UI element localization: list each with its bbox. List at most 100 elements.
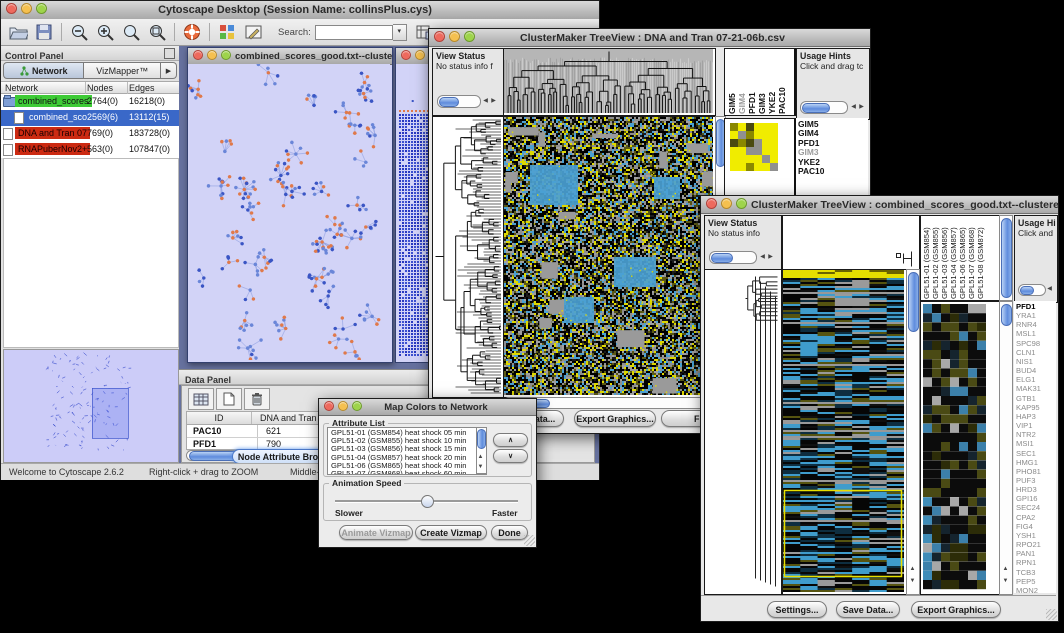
gene-label[interactable]: MSI1 bbox=[1016, 439, 1056, 448]
matrix-cell[interactable] bbox=[754, 131, 762, 139]
matrix-cell[interactable] bbox=[746, 123, 754, 131]
column-labels-scrollbar[interactable] bbox=[999, 215, 1013, 301]
zoom-heatmap-scrollbar[interactable]: ▲ ▼ bbox=[999, 301, 1013, 595]
gene-label[interactable]: PHO81 bbox=[1016, 467, 1056, 476]
scroll-right-arrow[interactable]: ▶ bbox=[489, 98, 498, 104]
gene-label[interactable]: CPA2 bbox=[1016, 513, 1056, 522]
row-dendrogram-canvas[interactable] bbox=[705, 270, 779, 592]
matrix-cell[interactable] bbox=[770, 163, 778, 171]
zoom-out-button[interactable] bbox=[67, 21, 91, 43]
column-label[interactable]: GIM4 bbox=[737, 52, 747, 114]
gene-label[interactable]: SEC24 bbox=[1016, 503, 1056, 512]
zoom-button[interactable] bbox=[221, 50, 231, 60]
gene-label[interactable]: RPO21 bbox=[1016, 540, 1056, 549]
column-label[interactable]: GIM5 bbox=[727, 52, 737, 114]
create-vizmap-button[interactable]: Create Vizmap bbox=[415, 525, 487, 540]
gene-label[interactable]: ELG1 bbox=[1016, 375, 1056, 384]
column-label[interactable]: GPL51-04 (GSM857) bbox=[949, 219, 958, 299]
network-graph-canvas[interactable] bbox=[188, 64, 390, 360]
row-dendrogram-panel[interactable] bbox=[704, 269, 782, 595]
heatmap-canvas[interactable] bbox=[504, 117, 713, 395]
matrix-cell[interactable] bbox=[754, 155, 762, 163]
save-data-button[interactable]: Save Data... bbox=[836, 601, 900, 618]
minimize-button[interactable] bbox=[21, 3, 32, 14]
gene-label[interactable]: HRD3 bbox=[1016, 485, 1056, 494]
gene-label[interactable]: TCB3 bbox=[1016, 568, 1056, 577]
matrix-cell[interactable] bbox=[746, 163, 754, 171]
animation-speed-slider[interactable] bbox=[335, 495, 518, 507]
matrix-cell[interactable] bbox=[738, 155, 746, 163]
gene-label[interactable]: GPI16 bbox=[1016, 494, 1056, 503]
vizmapper-icon[interactable] bbox=[215, 21, 239, 43]
gene-label[interactable]: PEP5 bbox=[1016, 577, 1056, 586]
matrix-cell[interactable] bbox=[770, 123, 778, 131]
gene-label[interactable]: KAP95 bbox=[1016, 403, 1056, 412]
matrix-cell[interactable] bbox=[762, 139, 770, 147]
column-label[interactable]: GIM3 bbox=[757, 52, 767, 114]
zoom-button[interactable] bbox=[352, 401, 362, 411]
matrix-cell[interactable] bbox=[730, 123, 738, 131]
matrix-cell[interactable] bbox=[770, 155, 778, 163]
minimize-button[interactable] bbox=[721, 198, 732, 209]
matrix-cell[interactable] bbox=[762, 131, 770, 139]
column-label[interactable]: YKE2 bbox=[767, 52, 777, 114]
scroll-right-arrow[interactable]: ▶ bbox=[857, 104, 866, 110]
export-graphics-button[interactable]: Export Graphics... bbox=[911, 601, 1001, 618]
resize-grip[interactable] bbox=[524, 535, 535, 546]
zoom-selected-button[interactable] bbox=[145, 21, 169, 43]
network-overview-canvas[interactable] bbox=[4, 350, 176, 460]
gene-label[interactable]: PFD1 bbox=[1016, 302, 1056, 311]
matrix-cell[interactable] bbox=[746, 155, 754, 163]
matrix-cell[interactable] bbox=[730, 155, 738, 163]
scroll-up-arrow[interactable]: ▲ bbox=[476, 454, 485, 460]
gene-label[interactable]: PAN1 bbox=[1016, 549, 1056, 558]
zoom-heatmap-panel[interactable] bbox=[920, 301, 1000, 595]
dialog-title-bar[interactable]: Map Colors to Network bbox=[319, 399, 536, 416]
tab-network[interactable]: Network bbox=[3, 62, 84, 79]
matrix-cell[interactable] bbox=[770, 131, 778, 139]
matrix-cell[interactable] bbox=[762, 163, 770, 171]
matrix-cell[interactable] bbox=[746, 139, 754, 147]
heatmap-vscrollbar[interactable]: ▲ ▼ bbox=[906, 269, 920, 595]
close-button[interactable] bbox=[193, 50, 203, 60]
slider-thumb[interactable] bbox=[421, 495, 434, 508]
heatmap-panel[interactable] bbox=[503, 116, 716, 398]
row-label[interactable]: PAC10 bbox=[798, 167, 868, 176]
minimize-button[interactable] bbox=[338, 401, 348, 411]
export-graphics-button[interactable]: Export Graphics... bbox=[574, 410, 656, 427]
heatmap-panel[interactable] bbox=[782, 269, 907, 595]
usage-hints-scrollbar[interactable] bbox=[1018, 284, 1046, 296]
resize-grip[interactable] bbox=[1046, 609, 1057, 620]
gene-label[interactable]: NIS1 bbox=[1016, 357, 1056, 366]
gene-label[interactable]: CLN1 bbox=[1016, 348, 1056, 357]
save-button[interactable] bbox=[32, 21, 56, 43]
matrix-cell[interactable] bbox=[754, 123, 762, 131]
column-dendrogram-canvas[interactable] bbox=[504, 49, 713, 113]
gene-label[interactable]: MSL1 bbox=[1016, 329, 1056, 338]
matrix-cell[interactable] bbox=[730, 163, 738, 171]
treeview1-title-bar[interactable]: ClusterMaker TreeView : DNA and Tran 07-… bbox=[429, 29, 870, 47]
column-header-id[interactable]: ID bbox=[187, 412, 252, 424]
gene-label[interactable]: GTB1 bbox=[1016, 394, 1056, 403]
column-label[interactable]: PAC10 bbox=[777, 52, 787, 114]
gene-label[interactable]: HMG1 bbox=[1016, 458, 1056, 467]
column-label[interactable]: GPL51-08 (GSM872) bbox=[976, 219, 985, 299]
matrix-cell[interactable] bbox=[730, 139, 738, 147]
matrix-cell[interactable] bbox=[746, 147, 754, 155]
matrix-cell[interactable] bbox=[738, 147, 746, 155]
minimize-button[interactable] bbox=[415, 50, 425, 60]
close-button[interactable] bbox=[401, 50, 411, 60]
animate-vizmap-button[interactable]: Animate Vizmap bbox=[339, 525, 413, 540]
column-label[interactable]: GPL51-03 (GSM856) bbox=[940, 219, 949, 299]
gene-label[interactable]: PUF3 bbox=[1016, 476, 1056, 485]
scroll-up-arrow[interactable]: ▲ bbox=[908, 566, 917, 572]
zoom-button[interactable] bbox=[36, 3, 47, 14]
close-button[interactable] bbox=[706, 198, 717, 209]
column-label[interactable]: PFD1 bbox=[747, 52, 757, 114]
zoom-heatmap-canvas[interactable] bbox=[921, 302, 997, 592]
network-overview-panel[interactable] bbox=[3, 349, 179, 463]
gene-label[interactable]: FIG4 bbox=[1016, 522, 1056, 531]
matrix-cell[interactable] bbox=[730, 131, 738, 139]
minimize-button[interactable] bbox=[449, 31, 460, 42]
zoom-in-button[interactable] bbox=[93, 21, 117, 43]
